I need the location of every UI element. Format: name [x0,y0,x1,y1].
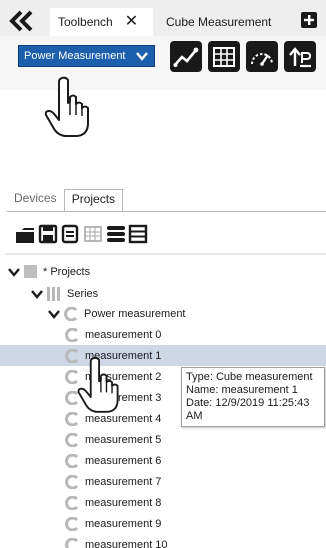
tooltip-name: Name: measurement 1 [186,384,298,396]
toolbar-separator [5,253,326,255]
tab-divider [7,211,326,212]
measurement-c-icon [65,327,79,342]
open-folder-icon[interactable] [15,224,35,244]
tree-series-label: Series [67,287,99,300]
hand-pointer-cursor [77,356,119,413]
line-chart-tool-button[interactable] [170,41,202,72]
export-icon [289,46,312,67]
list-item-label: measurement 6 [85,454,162,467]
tree-group-power-measurement[interactable]: Power measurement [0,303,326,324]
measurement-c-icon [65,474,79,489]
list-item-label: measurement 5 [85,433,162,446]
line-chart-icon [173,47,199,67]
list-item-label: measurement 10 [85,538,168,548]
list-item[interactable]: measurement 9 [0,513,326,534]
dropdown-selected-value: Power Measurement [24,50,126,62]
list-item[interactable]: measurement 10 [0,534,326,548]
chevron-down-icon[interactable] [48,308,60,320]
tree-root-label: * Projects [43,265,91,278]
tab-cube-measurement-label: Cube Measurement [166,15,272,29]
chevron-down-icon[interactable] [8,266,20,278]
list-item[interactable]: measurement 1 [0,345,326,366]
list-item-label: measurement 8 [85,496,162,509]
gauge-icon [251,52,273,66]
list-item[interactable]: measurement 0 [0,324,326,345]
plus-box-icon [301,12,317,28]
measurement-tooltip: Type: Cube measurement Name: measurement… [181,367,325,427]
measurement-c-icon [65,537,79,548]
chevron-down-icon[interactable] [31,288,43,300]
table-tool-button[interactable] [208,41,240,72]
tooltip-date: Date: 12/9/2019 11:25:43 AM [186,397,310,422]
series-bars-icon [47,286,60,301]
tree-root-projects[interactable]: * Projects [0,261,326,282]
gauge-tool-button[interactable] [246,41,278,72]
collapse-panel-button[interactable] [6,8,40,34]
list-item[interactable]: measurement 8 [0,492,326,513]
list-item-label: measurement 9 [85,517,162,530]
measurement-c-icon [65,432,79,447]
tab-toolbench[interactable]: Toolbench ✕ [50,8,153,36]
list-icon[interactable] [128,224,148,244]
tab-toolbench-label: Toolbench [58,15,113,29]
project-panel-tabs: Devices Projects [7,189,124,211]
project-icon [24,265,37,278]
measurement-c-icon [65,453,79,468]
measurement-c-icon [64,306,78,321]
table-icon [213,46,235,67]
measurement-c-icon [65,516,79,531]
measurement-c-icon [65,495,79,510]
chevron-down-icon [136,52,148,61]
list-item-label: measurement 0 [85,328,162,341]
export-tool-button[interactable] [284,41,316,72]
list-item[interactable]: measurement 6 [0,450,326,471]
list-item-label: measurement 7 [85,475,162,488]
measurement-type-dropdown[interactable]: Power Measurement [18,45,155,67]
tree-series[interactable]: Series [0,283,326,304]
list-item[interactable]: measurement 5 [0,429,326,450]
tab-close-button[interactable]: ✕ [125,14,138,30]
add-tab-button[interactable] [300,11,318,29]
notes-icon[interactable] [60,224,80,244]
database-icon[interactable] [106,224,126,244]
tab-projects[interactable]: Projects [63,189,124,211]
tooltip-type: Type: Cube measurement [186,371,313,383]
save-icon[interactable] [38,224,58,244]
list-item[interactable]: measurement 7 [0,471,326,492]
tab-cube-measurement[interactable]: Cube Measurement [160,8,292,36]
grid-icon[interactable] [83,224,103,244]
tab-devices[interactable]: Devices [7,189,64,211]
hand-pointer-cursor [44,76,89,137]
tree-group-label: Power measurement [84,307,186,320]
double-chevron-left-icon [9,10,33,32]
